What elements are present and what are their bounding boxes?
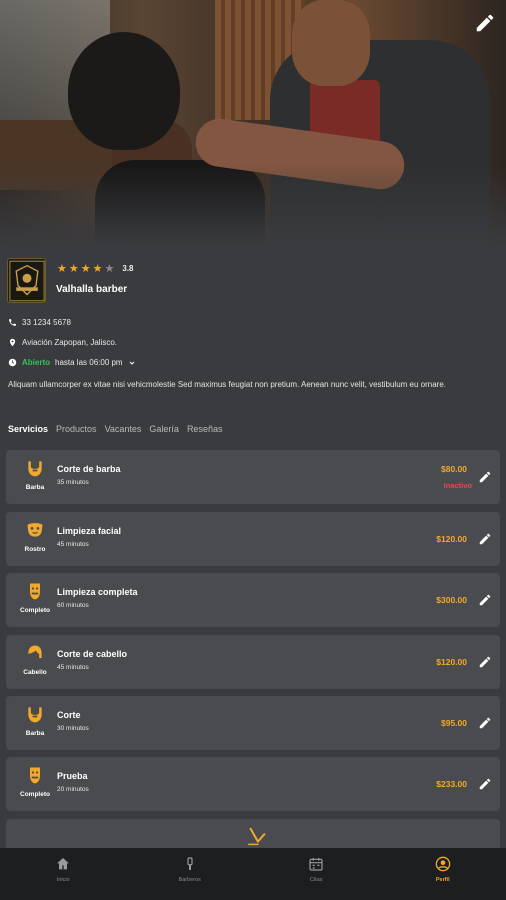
service-price: $80.00 (441, 464, 467, 474)
beard-icon (28, 707, 42, 723)
service-duration: 60 minutos (57, 602, 89, 609)
star-icon: ★ (80, 263, 91, 275)
calendar-icon (309, 858, 323, 871)
address-row[interactable]: Aviación Zapopan, Jalisco. (8, 338, 117, 347)
nav-item-barberos[interactable]: Barberos (127, 848, 254, 900)
hours-text: hasta las 06:00 pm (55, 358, 123, 367)
edit-icon[interactable] (478, 655, 492, 669)
service-duration: 45 minutos (57, 541, 89, 548)
edit-icon[interactable] (478, 532, 492, 546)
service-price: $95.00 (441, 718, 467, 728)
star-icon: ★ (92, 263, 103, 275)
face-mask-icon (27, 523, 43, 537)
service-category: Barba (18, 704, 52, 737)
star-icon: ★ (57, 263, 67, 275)
nav-item-inicio[interactable]: Inicio (0, 848, 127, 900)
service-price: $300.00 (436, 595, 467, 605)
beard-icon (28, 461, 42, 477)
edit-icon[interactable] (478, 716, 492, 730)
service-category: Barba (18, 458, 52, 491)
service-title: Prueba (57, 771, 88, 781)
location-pin-icon (9, 338, 16, 347)
bottom-nav: Inicio Barberos Citas Perfil (0, 848, 506, 900)
profile-icon (435, 856, 451, 872)
hair-icon (28, 645, 42, 658)
address-text: Aviación Zapopan, Jalisco. (22, 338, 118, 347)
full-face-icon (30, 767, 40, 784)
phone-icon (9, 319, 16, 326)
edit-icon[interactable] (478, 470, 492, 484)
service-duration: 45 minutos (57, 664, 89, 671)
rating-stars: ★ ★ ★ ★ ★ 3.8 (57, 262, 134, 275)
shop-logo (7, 258, 46, 303)
service-duration: 30 minutos (57, 725, 89, 732)
service-title: Corte (57, 710, 81, 720)
service-price: $120.00 (436, 534, 467, 544)
service-title: Limpieza facial (57, 526, 122, 536)
service-title: Limpieza completa (57, 587, 138, 597)
razor-add-icon (248, 827, 266, 846)
service-title: Corte de cabello (57, 649, 128, 659)
tab-vacantes[interactable]: Vacantes (105, 424, 142, 434)
clock-icon (8, 358, 17, 367)
phone-text: 33 1234 5678 (22, 318, 71, 327)
section-tabs: Servicios Productos Vacantes Galería Res… (8, 424, 222, 434)
service-category: Cabello (18, 643, 52, 676)
service-category: Rostro (18, 520, 52, 553)
edit-icon[interactable] (478, 777, 492, 791)
service-price: $120.00 (436, 657, 467, 667)
service-category: Completo (18, 581, 52, 614)
service-category: Completo (18, 765, 52, 798)
service-status: Inactivo (443, 481, 472, 490)
service-title: Corte de barba (57, 464, 121, 474)
tab-resenas[interactable]: Reseñas (187, 424, 223, 434)
star-icon: ★ (68, 263, 79, 275)
star-empty-icon: ★ (104, 263, 115, 275)
service-card[interactable]: Barba Corte de barba 35 minutos $80.00 I… (6, 450, 500, 504)
service-price: $233.00 (436, 779, 467, 789)
tab-productos[interactable]: Productos (56, 424, 97, 434)
full-face-icon (30, 583, 40, 600)
rating-value: 3.8 (122, 264, 134, 273)
service-card[interactable]: Rostro Limpieza facial 45 minutos $120.0… (6, 512, 500, 566)
service-duration: 20 minutos (57, 786, 89, 793)
nav-item-citas[interactable]: Citas (253, 848, 380, 900)
service-card[interactable]: Cabello Corte de cabello 45 minutos $120… (6, 635, 500, 689)
service-card[interactable]: Completo Limpieza completa 60 minutos $3… (6, 573, 500, 627)
nav-item-perfil[interactable]: Perfil (380, 848, 506, 900)
edit-icon[interactable] (478, 593, 492, 607)
tab-servicios[interactable]: Servicios (8, 424, 48, 434)
service-card[interactable]: Barba Corte 30 minutos $95.00 (6, 696, 500, 750)
hero-photo (0, 0, 506, 245)
service-card[interactable]: Completo Prueba 20 minutos $233.00 (6, 757, 500, 811)
open-status: Abierto (22, 358, 50, 367)
shop-name: Valhalla barber (56, 284, 128, 295)
shop-description: Aliquam ullamcorper ex vitae nisi vehicm… (8, 380, 446, 389)
service-duration: 35 minutos (57, 479, 89, 486)
edit-cover-icon[interactable] (474, 12, 496, 34)
home-icon (57, 858, 70, 870)
chevron-down-icon[interactable] (128, 359, 136, 367)
hours-row[interactable]: Abierto hasta las 06:00 pm (8, 358, 136, 367)
phone-row[interactable]: 33 1234 5678 (8, 318, 71, 327)
razor-icon (187, 857, 193, 870)
tab-galeria[interactable]: Galería (149, 424, 179, 434)
